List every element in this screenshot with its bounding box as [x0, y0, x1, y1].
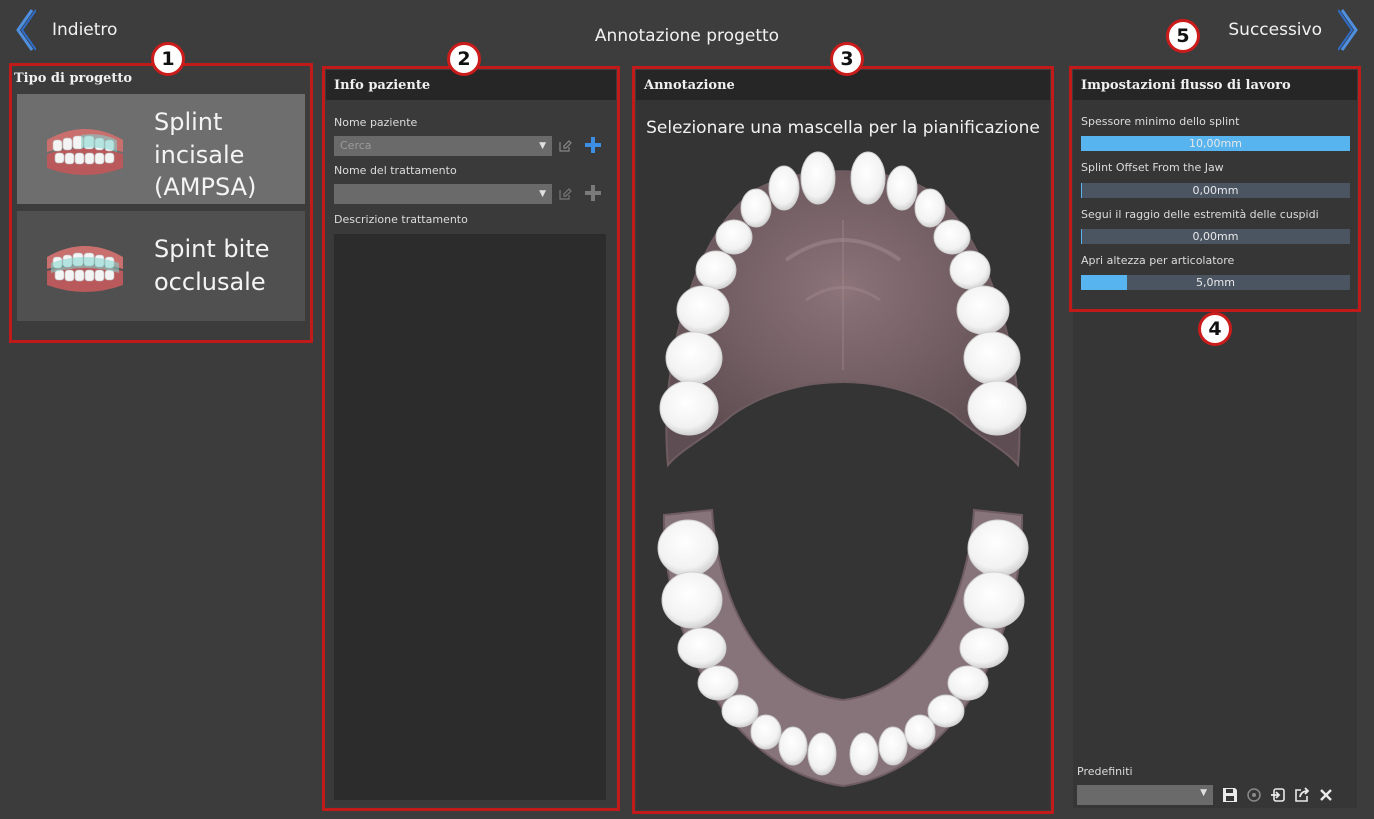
callout-badge-1: 1	[151, 42, 185, 76]
edit-icon	[559, 140, 572, 152]
jaw-selector	[657, 151, 1029, 788]
treatment-name-combo[interactable]: ▼	[334, 184, 552, 204]
apply-preset-button[interactable]	[1245, 786, 1263, 804]
setting-label: Splint Offset From the Jaw	[1081, 161, 1224, 174]
presets-label: Predefiniti	[1077, 765, 1133, 778]
treatment-name-label: Nome del trattamento	[334, 164, 457, 177]
delete-preset-button[interactable]	[1317, 786, 1335, 804]
splint-offset-slider[interactable]: 0,00mm	[1081, 183, 1350, 198]
presets-combo[interactable]: ▼	[1077, 785, 1213, 805]
import-icon	[1271, 788, 1285, 802]
import-preset-button[interactable]	[1269, 786, 1287, 804]
articulator-height-slider[interactable]: 5,0mm	[1081, 275, 1350, 290]
callout-badge-2: 2	[447, 42, 481, 76]
patient-info-panel: Info paziente Nome paziente Cerca ▼ Nome…	[326, 70, 616, 806]
slider-value: 5,0mm	[1196, 276, 1235, 289]
splint-teeth-icon	[47, 246, 123, 292]
slider-value: 0,00mm	[1192, 184, 1239, 197]
workflow-settings-title: Impostazioni flusso di lavoro	[1073, 70, 1357, 100]
plus-icon	[585, 137, 601, 153]
plus-icon	[585, 185, 601, 201]
next-label: Successivo	[1228, 20, 1322, 40]
project-card-label: Splint incisale (AMPSA)	[154, 108, 257, 202]
patient-name-search[interactable]: Cerca ▼	[334, 136, 552, 156]
patient-info-title: Info paziente	[326, 70, 616, 100]
cusp-radius-slider[interactable]: 0,00mm	[1081, 229, 1350, 244]
add-treatment-button[interactable]	[584, 184, 602, 202]
export-preset-button[interactable]	[1293, 786, 1311, 804]
treatment-description-label: Descrizione trattamento	[334, 213, 468, 226]
dropdown-arrow-icon: ▼	[1200, 788, 1207, 798]
treatment-description-field[interactable]	[334, 234, 606, 800]
save-preset-button[interactable]	[1221, 786, 1239, 804]
project-card-label: Spint bite occlusale	[154, 235, 270, 296]
setting-label: Segui il raggio delle estremità delle cu…	[1081, 208, 1319, 221]
setting-label: Spessore minimo dello splint	[1081, 115, 1240, 128]
project-card-incisal-splint[interactable]: Splint incisale (AMPSA)	[17, 94, 305, 204]
upper-jaw[interactable]	[659, 151, 1027, 468]
project-card-occlusal-bite-splint[interactable]: Spint bite occlusale	[17, 211, 305, 321]
callout-badge-4: 4	[1198, 312, 1232, 346]
patient-name-placeholder: Cerca	[340, 139, 372, 152]
edit-treatment-button[interactable]	[556, 185, 574, 203]
slider-value: 0,00mm	[1192, 230, 1239, 243]
min-splint-thickness-slider[interactable]: 10,00mm	[1081, 136, 1350, 151]
add-patient-button[interactable]	[584, 136, 602, 154]
next-button[interactable]: Successivo	[1228, 8, 1360, 52]
setting-label: Apri altezza per articolatore	[1081, 254, 1235, 267]
lower-jaw[interactable]	[657, 508, 1029, 788]
edit-icon	[559, 188, 572, 200]
dropdown-arrow-icon: ▼	[539, 189, 546, 199]
annotation-panel: Annotazione Selezionare una mascella per…	[636, 70, 1050, 810]
apply-icon	[1247, 788, 1261, 802]
callout-badge-3: 3	[830, 42, 864, 76]
patient-name-label: Nome paziente	[334, 116, 418, 129]
dropdown-arrow-icon: ▼	[539, 141, 546, 151]
chevron-right-icon	[1338, 9, 1358, 51]
splint-teeth-icon	[47, 129, 123, 175]
slider-value: 10,00mm	[1189, 137, 1242, 150]
save-icon	[1223, 788, 1237, 802]
project-type-panel: Tipo di progetto Splint incisale (AMPSA)	[12, 66, 310, 342]
workflow-settings-panel: Impostazioni flusso di lavoro Spessore m…	[1073, 70, 1357, 808]
callout-badge-5: 5	[1166, 19, 1200, 53]
close-icon	[1320, 789, 1332, 801]
export-icon	[1295, 787, 1310, 802]
edit-patient-button[interactable]	[556, 137, 574, 155]
